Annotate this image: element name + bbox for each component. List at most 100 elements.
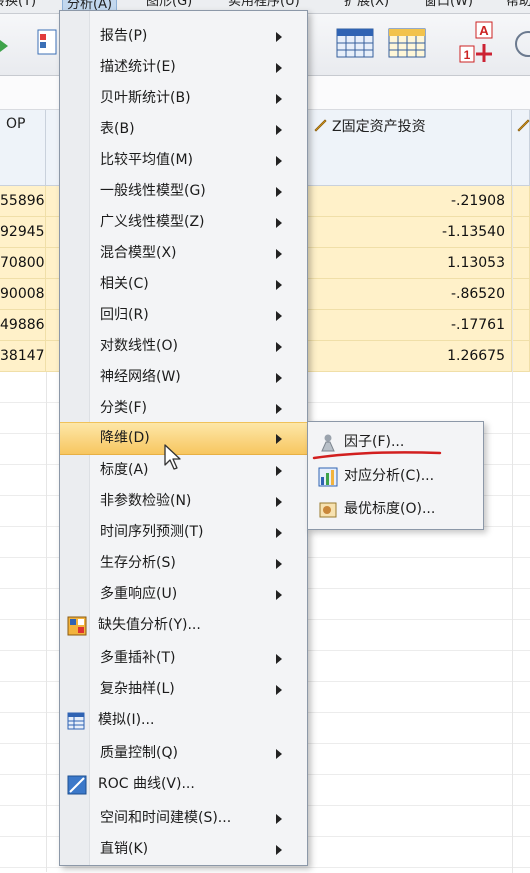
missing-value-icon [67,616,87,636]
analyze-menu: 报告(P) 描述统计(E) 贝叶斯统计(B) 表(B) 比较平均值(M) 一般线… [59,10,308,866]
menu-item-label: 对数线性(O) [100,338,178,354]
menu-item-nonparametric-tests[interactable]: 非参数检验(N) [62,486,306,517]
menu-item-general-linear-model[interactable]: 一般线性模型(G) [62,176,306,207]
submenu-arrow-icon [276,654,282,664]
red-underline-annotation [312,451,442,460]
table-cell[interactable] [46,279,60,310]
menu-item-label: 降维(D) [100,430,150,446]
menu-item-multiple-response[interactable]: 多重响应(U) [62,579,306,610]
arrow-icon[interactable] [0,36,10,56]
menu-item-missing-value-analysis[interactable]: 缺失值分析(Y)... [62,610,306,641]
menu-item-loglinear[interactable]: 对数线性(O) [62,331,306,362]
submenu-arrow-icon [276,590,282,600]
optimal-scaling-icon [319,502,337,518]
menu-item-complex-samples[interactable]: 复杂抽样(L) [62,674,306,705]
table-cell[interactable] [46,217,60,248]
menu-item-label: 时间序列预测(T) [100,524,204,540]
menu-item-label: 相关(C) [100,276,149,292]
table-cell[interactable] [46,341,60,372]
column-divider [512,186,513,873]
menu-item-bayesian-statistics[interactable]: 贝叶斯统计(B) [62,83,306,114]
menu-item-regression[interactable]: 回归(R) [62,300,306,331]
submenu-arrow-icon [276,156,282,166]
table-cell[interactable]: 49886 [0,310,46,341]
menu-item-label: 模拟(I)... [98,712,155,728]
menu-item-label: 报告(P) [100,28,148,44]
submenu-arrow-icon [276,311,282,321]
search-icon[interactable] [510,30,530,62]
menu-item-roc-curve[interactable]: ROC 曲线(V)... [62,769,306,800]
value-labels-icon[interactable]: A 1 [452,20,500,68]
split-file-icon[interactable] [336,26,376,60]
column-header[interactable] [46,110,60,186]
menu-utilities[interactable]: 实用程序(U) [228,0,300,10]
menu-item-descriptive-statistics[interactable]: 描述统计(E) [62,52,306,83]
menu-help[interactable]: 帮助 [506,0,530,10]
submenu-item-optimal-scaling[interactable]: 最优标度(O)... [310,494,481,525]
menu-item-mixed-models[interactable]: 混合模型(X) [62,238,306,269]
table-cell[interactable]: 1.26675 [308,341,512,372]
menu-item-label: 非参数检验(N) [100,493,192,509]
table-cell[interactable] [46,310,60,341]
table-cell[interactable]: -1.13540 [308,217,512,248]
menu-item-label: 描述统计(E) [100,59,176,75]
table-cell[interactable]: -.86520 [308,279,512,310]
menu-item-label: ROC 曲线(V)... [98,776,195,792]
table-cell[interactable]: -.17761 [308,310,512,341]
column-header-label: Z固定资产投资 [332,119,426,135]
menu-item-survival[interactable]: 生存分析(S) [62,548,306,579]
dimension-reduction-submenu: 因子(F)... 对应分析(C)... 最优标度(O)... [307,421,484,530]
mouse-cursor-icon [164,444,181,470]
menu-item-correlate[interactable]: 相关(C) [62,269,306,300]
table-cell[interactable]: 1.13053 [308,248,512,279]
menu-item-reports[interactable]: 报告(P) [62,21,306,52]
submenu-item-correspondence-analysis[interactable]: 对应分析(C)... [310,461,481,492]
menu-transform[interactable]: 转换(T) [0,0,36,10]
submenu-arrow-icon [276,434,282,444]
submenu-arrow-icon [276,814,282,824]
menu-item-forecasting[interactable]: 时间序列预测(T) [62,517,306,548]
table-cell[interactable] [512,341,530,372]
menu-item-quality-control[interactable]: 质量控制(Q) [62,738,306,769]
table-cell[interactable]: 92945 [0,217,46,248]
table-cell[interactable] [512,186,530,217]
menu-item-tables[interactable]: 表(B) [62,114,306,145]
menu-item-direct-marketing[interactable]: 直销(K) [62,834,306,865]
table-cell[interactable]: -.21908 [308,186,512,217]
table-cell[interactable] [46,248,60,279]
submenu-arrow-icon [276,497,282,507]
submenu-arrow-icon [276,466,282,476]
table-cell[interactable]: 55896 [0,186,46,217]
column-header[interactable]: OP [0,110,46,186]
menu-item-multiple-imputation[interactable]: 多重插补(T) [62,643,306,674]
table-cell[interactable]: 70800 [0,248,46,279]
menu-item-generalized-linear-models[interactable]: 广义线性模型(Z) [62,207,306,238]
menu-item-classify[interactable]: 分类(F) [62,393,306,424]
menu-item-simulation[interactable]: 模拟(I)... [62,705,306,736]
submenu-arrow-icon [276,94,282,104]
menu-window[interactable]: 窗口(W) [424,0,473,10]
submenu-arrow-icon [276,218,282,228]
table-cell[interactable]: 90008 [0,279,46,310]
menu-item-label: 广义线性模型(Z) [100,214,205,230]
menu-extensions[interactable]: 扩展(X) [344,0,389,10]
column-header[interactable]: Z固定资产投资 [308,110,512,186]
column-header[interactable] [512,110,530,186]
menu-item-compare-means[interactable]: 比较平均值(M) [62,145,306,176]
table-cell[interactable]: 38147 [0,341,46,372]
menu-graphs[interactable]: 图形(G) [146,0,192,10]
select-cases-icon[interactable] [388,26,428,60]
menu-item-neural-networks[interactable]: 神经网络(W) [62,362,306,393]
table-cell[interactable] [512,217,530,248]
column-divider [46,372,47,872]
table-cell[interactable] [512,248,530,279]
simulation-icon [67,712,85,730]
submenu-arrow-icon [276,373,282,383]
column-header-label: OP [6,116,26,132]
menu-item-spatial-temporal-modeling[interactable]: 空间和时间建模(S)... [62,803,306,834]
data-view-icon[interactable] [36,28,58,58]
table-cell[interactable] [46,186,60,217]
menu-item-label: 缺失值分析(Y)... [98,617,201,633]
table-cell[interactable] [512,310,530,341]
table-cell[interactable] [512,279,530,310]
